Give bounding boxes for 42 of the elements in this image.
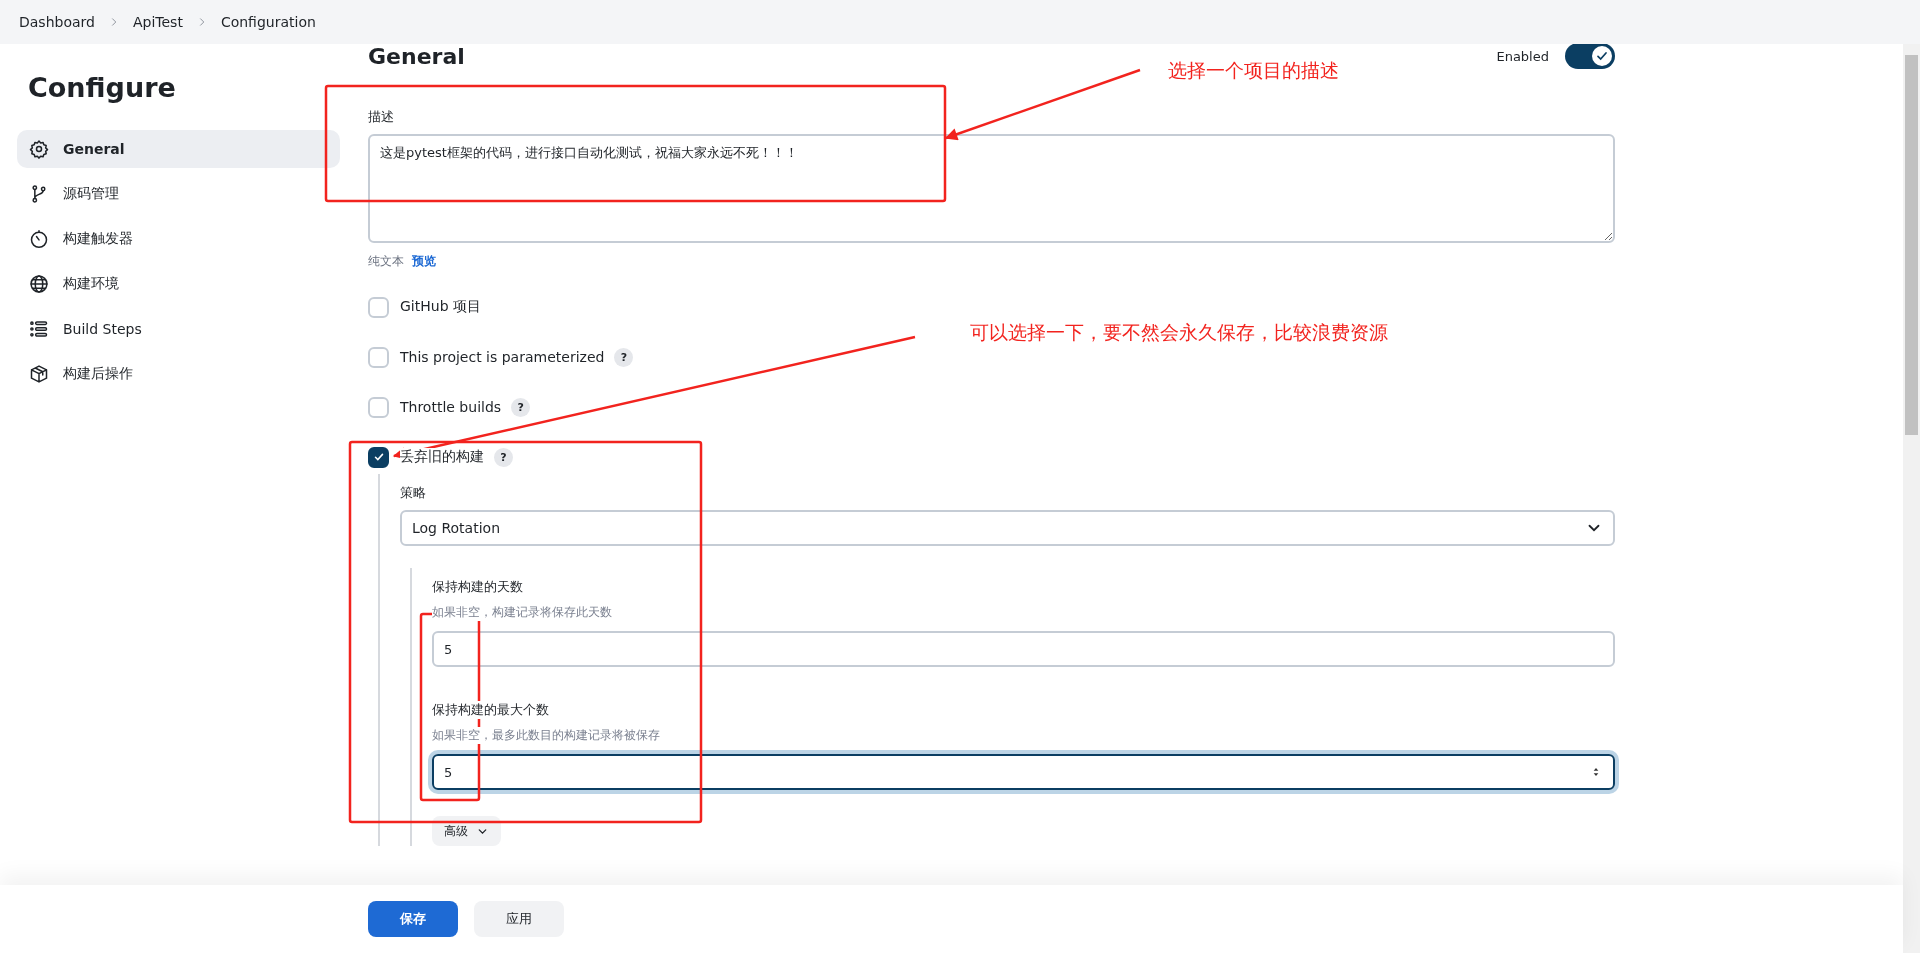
sidebar-item[interactable]: Build Steps bbox=[17, 310, 340, 348]
timer-icon bbox=[29, 229, 49, 249]
scrollbar-thumb[interactable] bbox=[1905, 55, 1918, 435]
sidebar-item[interactable]: 构建环境 bbox=[17, 265, 340, 303]
breadcrumb-link[interactable]: Configuration bbox=[220, 14, 316, 30]
toggle-label: Enabled bbox=[1496, 48, 1549, 64]
sidebar-item[interactable]: General bbox=[17, 130, 340, 168]
number-field[interactable]: 5 bbox=[432, 631, 1615, 667]
sidebar-item[interactable]: 构建后操作 bbox=[17, 355, 340, 393]
format-label: 纯文本 bbox=[368, 253, 404, 270]
field-hint: 如果非空，最多此数目的构建记录将被保存 bbox=[432, 727, 660, 744]
sidebar-item[interactable]: 源码管理 bbox=[17, 175, 340, 213]
checkbox-label: 丢弃旧的构建 bbox=[400, 448, 484, 466]
apply-button[interactable]: 应用 bbox=[474, 901, 564, 937]
settings-icon bbox=[29, 139, 49, 159]
section-title: General bbox=[368, 43, 465, 69]
help-button[interactable]: ? bbox=[614, 347, 634, 367]
field-label: 保持构建的最大个数 bbox=[432, 701, 549, 719]
scrollbar[interactable] bbox=[1903, 44, 1920, 953]
list-icon bbox=[29, 319, 49, 339]
checkbox-label: GitHub 项目 bbox=[400, 298, 481, 316]
checkbox-label: Throttle builds bbox=[400, 399, 502, 415]
annotation-text: 选择一个项目的描述 bbox=[1168, 58, 1339, 83]
toggle-switch[interactable] bbox=[1565, 43, 1615, 69]
field-hint: 如果非空，构建记录将保存此天数 bbox=[432, 604, 612, 621]
checkbox-label: This project is parameterized bbox=[400, 349, 605, 365]
help-button[interactable]: ? bbox=[494, 447, 513, 467]
package-icon bbox=[29, 364, 49, 384]
description-field[interactable]: 这是pytest框架的代码，进行接口自动化测试，祝福大家永远不死！！！ bbox=[368, 134, 1615, 243]
breadcrumb-link[interactable]: ApiTest bbox=[132, 14, 183, 30]
preview-link[interactable]: 预览 bbox=[412, 253, 436, 270]
field-label: 描述 bbox=[368, 108, 394, 126]
breadcrumb-link[interactable]: Dashboard bbox=[19, 14, 95, 30]
strategy-dropdown[interactable]: Log Rotation bbox=[400, 510, 1615, 546]
annotation-text: 可以选择一下，要不然会永久保存，比较浪费资源 bbox=[970, 320, 1388, 345]
save-button[interactable]: 保存 bbox=[368, 901, 458, 937]
checkbox[interactable] bbox=[368, 446, 389, 468]
advanced-button[interactable]: 高级 bbox=[432, 816, 501, 846]
help-button[interactable]: ? bbox=[511, 397, 531, 417]
globe-icon bbox=[29, 274, 49, 294]
sidebar-item[interactable]: 构建触发器 bbox=[17, 220, 340, 258]
page-title: Configure bbox=[27, 72, 177, 103]
